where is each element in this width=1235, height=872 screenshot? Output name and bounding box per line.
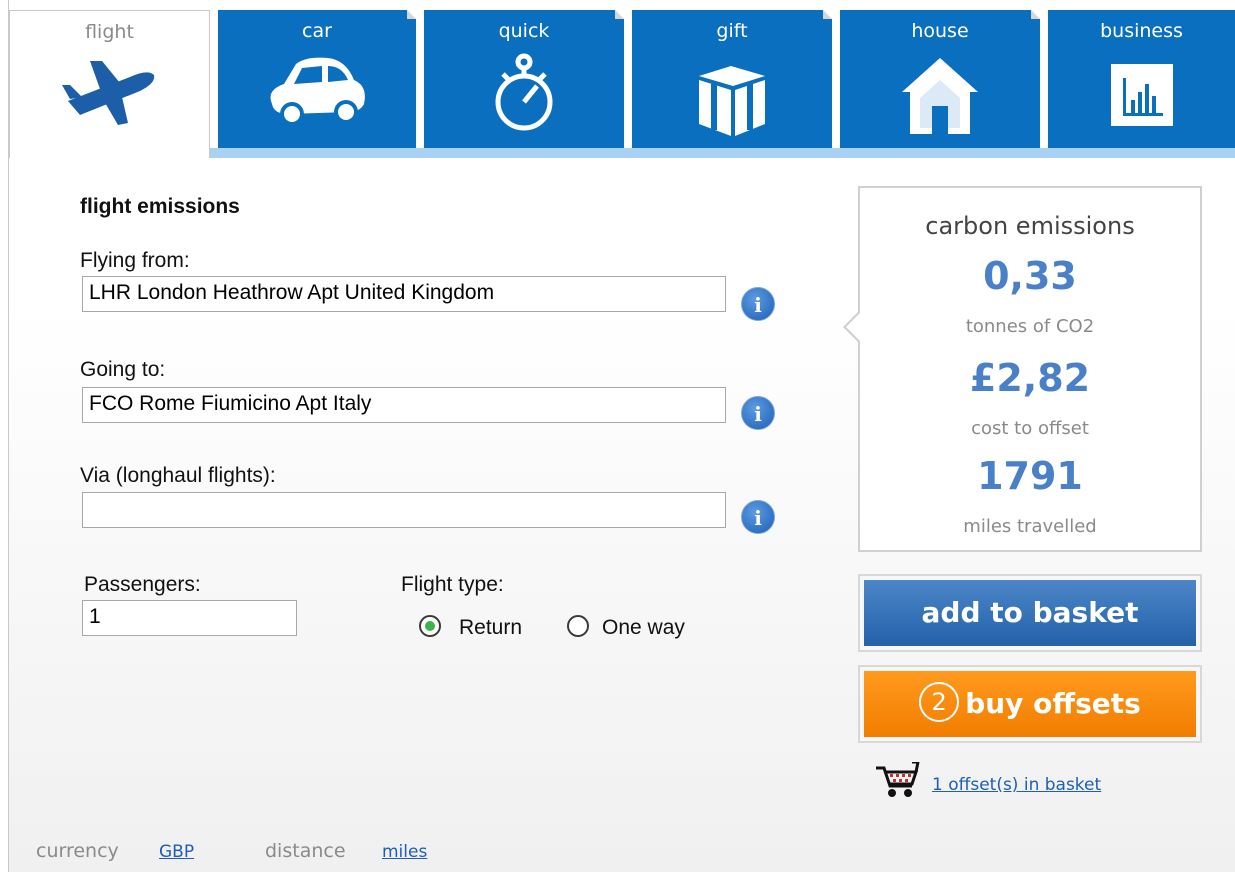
currency-link[interactable]: GBP bbox=[159, 842, 194, 862]
car-icon bbox=[262, 54, 372, 132]
to-label: Going to: bbox=[80, 358, 166, 381]
tab-car-label: car bbox=[302, 20, 332, 42]
distance-link[interactable]: miles bbox=[382, 842, 427, 862]
tab-house[interactable]: house bbox=[840, 10, 1040, 148]
summary-title: carbon emissions bbox=[925, 212, 1135, 240]
tab-quick-label: quick bbox=[498, 20, 550, 42]
one-way-radio[interactable] bbox=[567, 615, 589, 637]
emissions-summary: carbon emissions 0,33 tonnes of CO2 £2,8… bbox=[843, 186, 1202, 552]
tab-quick[interactable]: quick bbox=[424, 10, 624, 148]
passengers-input[interactable]: 1 bbox=[82, 600, 297, 636]
tab-flight[interactable]: flight bbox=[9, 10, 210, 158]
currency-label: currency bbox=[36, 840, 119, 862]
add-to-basket-wrapper: add to basket bbox=[858, 574, 1202, 652]
basket-link[interactable]: 1 offset(s) in basket bbox=[932, 775, 1101, 795]
shopping-cart-icon bbox=[874, 760, 920, 804]
tab-gift-label: gift bbox=[716, 20, 748, 42]
plane-icon bbox=[60, 57, 160, 131]
from-info-icon[interactable]: i bbox=[741, 287, 775, 321]
add-to-basket-button[interactable]: add to basket bbox=[864, 580, 1196, 646]
miles-value: 1791 bbox=[977, 454, 1083, 498]
tab-underline bbox=[210, 148, 1235, 158]
co2-value: 0,33 bbox=[983, 254, 1077, 298]
one-way-label[interactable]: One way bbox=[602, 616, 685, 640]
from-label: Flying from: bbox=[80, 249, 190, 272]
tab-gift[interactable]: gift bbox=[632, 10, 832, 148]
step-badge: 2 bbox=[919, 682, 960, 722]
distance-label: distance bbox=[265, 840, 346, 862]
tab-car[interactable]: car bbox=[218, 10, 416, 148]
via-label: Via (longhaul flights): bbox=[80, 464, 276, 487]
tab-house-label: house bbox=[911, 20, 969, 42]
tab-corner-fold bbox=[1031, 10, 1040, 19]
buy-offsets-label: buy offsets bbox=[965, 687, 1141, 720]
cost-unit: cost to offset bbox=[971, 418, 1089, 439]
stopwatch-icon bbox=[489, 50, 559, 140]
via-input[interactable] bbox=[82, 492, 726, 528]
tab-flight-label: flight bbox=[85, 21, 134, 43]
house-icon bbox=[900, 54, 980, 142]
gift-icon bbox=[695, 58, 769, 142]
co2-unit: tonnes of CO2 bbox=[965, 316, 1095, 337]
tab-business-label: business bbox=[1100, 20, 1183, 42]
return-radio[interactable] bbox=[419, 615, 441, 637]
passengers-label: Passengers: bbox=[84, 573, 201, 596]
section-title: flight emissions bbox=[80, 195, 240, 218]
return-label[interactable]: Return bbox=[459, 616, 522, 640]
cost-value: £2,82 bbox=[969, 356, 1091, 400]
tab-corner-fold bbox=[823, 10, 832, 19]
panel-pointer-fill bbox=[846, 312, 861, 342]
bar-chart-icon bbox=[1110, 64, 1173, 130]
buy-offsets-button[interactable]: 2 buy offsets bbox=[864, 671, 1196, 737]
tab-business[interactable]: business bbox=[1048, 10, 1235, 148]
miles-unit: miles travelled bbox=[963, 516, 1097, 537]
buy-offsets-wrapper: 2 buy offsets bbox=[858, 665, 1202, 743]
from-input[interactable]: LHR London Heathrow Apt United Kingdom bbox=[82, 276, 726, 312]
to-input[interactable]: FCO Rome Fiumicino Apt Italy bbox=[82, 387, 726, 423]
via-info-icon[interactable]: i bbox=[741, 500, 775, 534]
to-info-icon[interactable]: i bbox=[741, 396, 775, 430]
flight-type-label: Flight type: bbox=[401, 573, 504, 596]
tab-corner-fold bbox=[615, 10, 624, 19]
tab-corner-fold bbox=[407, 10, 416, 19]
